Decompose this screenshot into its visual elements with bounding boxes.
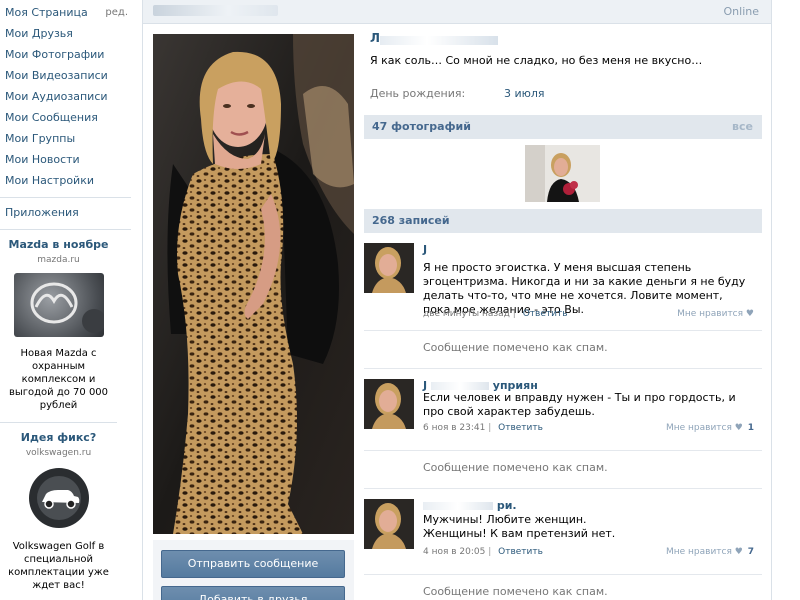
menu-item-settings[interactable]: Мои Настройки bbox=[0, 170, 142, 191]
menu-divider bbox=[0, 197, 131, 198]
post-author[interactable]: ри. bbox=[423, 499, 517, 512]
menu-item-news[interactable]: Мои Новости bbox=[0, 149, 142, 170]
like-button[interactable]: Мне нравится ♥ 7 bbox=[666, 547, 754, 557]
profile-name-fragment: Л bbox=[370, 31, 380, 45]
author-redacted bbox=[423, 502, 493, 510]
post-time[interactable]: 6 ноя в 23:41 bbox=[423, 423, 485, 433]
post-avatar[interactable] bbox=[364, 243, 414, 293]
photos-row bbox=[364, 139, 762, 203]
menu-divider bbox=[0, 229, 131, 230]
spam-notice: Сообщение помечено как спам. bbox=[364, 575, 762, 600]
heart-icon: ♥ bbox=[734, 423, 743, 433]
post-author-tail: ри. bbox=[496, 499, 517, 512]
header-name-redacted bbox=[153, 5, 278, 16]
separator: | bbox=[512, 309, 519, 319]
menu-item-apps[interactable]: Приложения bbox=[0, 202, 142, 223]
like-label: Мне нравится bbox=[677, 309, 744, 319]
profile-page: Online Отправить сообщение Добавить в др… bbox=[142, 0, 772, 600]
reply-link[interactable]: Ответить bbox=[498, 423, 543, 433]
photos-count[interactable]: 47 фотографий bbox=[372, 120, 471, 133]
page-header: Online bbox=[143, 0, 771, 24]
post-time[interactable]: 4 ноя в 20:05 bbox=[423, 547, 485, 557]
profile-status: Я как соль… Со мной не сладко, но без ме… bbox=[370, 54, 703, 67]
add-friend-button[interactable]: Добавить в друзья bbox=[161, 586, 345, 600]
ad-divider bbox=[0, 422, 117, 423]
like-count: 7 bbox=[747, 547, 754, 557]
car-icon[interactable] bbox=[13, 466, 104, 530]
post-author-fragment: J bbox=[423, 243, 428, 256]
wall-header[interactable]: 268 записей bbox=[364, 209, 762, 233]
edit-link[interactable]: ред. bbox=[105, 2, 128, 23]
post-avatar[interactable] bbox=[364, 499, 414, 549]
profile-photo[interactable] bbox=[153, 34, 354, 534]
like-button[interactable]: Мне нравится ♥ bbox=[677, 309, 754, 319]
post-avatar[interactable] bbox=[364, 379, 414, 429]
ad-text: Volkswagen Golf в специальной комплектац… bbox=[8, 541, 109, 591]
separator: | bbox=[488, 423, 495, 433]
photos-all-link[interactable]: все bbox=[732, 120, 753, 133]
author-redacted bbox=[430, 382, 489, 390]
menu-item-my-page[interactable]: Моя Страница ред. bbox=[0, 2, 142, 23]
ad-volkswagen[interactable]: Идея фикс? volkswagen.ru Volkswagen Golf… bbox=[0, 431, 117, 600]
ad-text: Новая Mazda с охранным комплексом и выго… bbox=[8, 348, 109, 411]
birthday-row: День рождения: 3 июля bbox=[370, 87, 762, 101]
wall-count[interactable]: 268 записей bbox=[372, 214, 450, 227]
post-author[interactable]: J bbox=[423, 243, 428, 256]
wall-post: J Я не просто эгоистка. У меня высшая ст… bbox=[364, 233, 762, 331]
birthday-label: День рождения: bbox=[370, 87, 466, 100]
menu-item-groups[interactable]: Мои Группы bbox=[0, 128, 142, 149]
birthday-value[interactable]: 3 июля bbox=[504, 87, 545, 100]
left-menu: Моя Страница ред. Мои Друзья Мои Фотогра… bbox=[0, 0, 142, 600]
heart-icon: ♥ bbox=[734, 547, 743, 557]
post-time[interactable]: две минуты назад bbox=[423, 309, 510, 319]
ad-title[interactable]: Mazda в ноябре bbox=[0, 238, 117, 251]
menu-item-friends[interactable]: Мои Друзья bbox=[0, 23, 142, 44]
menu-item-audio[interactable]: Мои Аудиозаписи bbox=[0, 86, 142, 107]
ad-mazda[interactable]: Mazda в ноябре mazda.ru Новая Mazda с ох… bbox=[0, 238, 117, 423]
like-count: 1 bbox=[747, 423, 754, 433]
menu-item-photos[interactable]: Мои Фотографии bbox=[0, 44, 142, 65]
wall-post: J уприян Если человек и вправду нужен - … bbox=[364, 369, 762, 451]
ad-domain: volkswagen.ru bbox=[25, 448, 92, 458]
profile-name: Л bbox=[370, 31, 498, 48]
menu-item-messages[interactable]: Мои Сообщения bbox=[0, 107, 142, 128]
ad-domain: mazda.ru bbox=[37, 255, 80, 265]
like-label: Мне нравится bbox=[665, 547, 732, 557]
spam-notice: Сообщение помечено как спам. bbox=[364, 331, 762, 369]
ad-title[interactable]: Идея фикс? bbox=[0, 431, 117, 444]
photos-header[interactable]: 47 фотографий все bbox=[364, 115, 762, 139]
post-text: Мужчины! Любите женщин. Женщины! К вам п… bbox=[423, 513, 616, 540]
heart-icon: ♥ bbox=[745, 309, 754, 319]
send-message-button[interactable]: Отправить сообщение bbox=[161, 550, 345, 578]
mazda-logo-icon[interactable] bbox=[13, 273, 104, 337]
menu-item-label: Моя Страница bbox=[5, 6, 88, 19]
post-author[interactable]: J уприян bbox=[423, 379, 538, 392]
wall-post: ри. Мужчины! Любите женщин. Женщины! К в… bbox=[364, 489, 762, 575]
like-button[interactable]: Мне нравится ♥ 1 bbox=[666, 423, 754, 433]
spam-notice: Сообщение помечено как спам. bbox=[364, 451, 762, 489]
profile-name-redacted bbox=[380, 36, 498, 45]
online-status: Online bbox=[723, 5, 759, 18]
like-label: Мне нравится bbox=[665, 423, 732, 433]
post-text: Если человек и вправду нужен - Ты и про … bbox=[423, 391, 736, 418]
reply-link[interactable]: Ответить bbox=[523, 309, 568, 319]
photo-thumbnail[interactable] bbox=[525, 145, 600, 202]
menu-item-videos[interactable]: Мои Видеозаписи bbox=[0, 65, 142, 86]
reply-link[interactable]: Ответить bbox=[498, 547, 543, 557]
separator: | bbox=[488, 547, 495, 557]
profile-info: Л Я как соль… Со мной не сладко, но без … bbox=[364, 30, 762, 600]
